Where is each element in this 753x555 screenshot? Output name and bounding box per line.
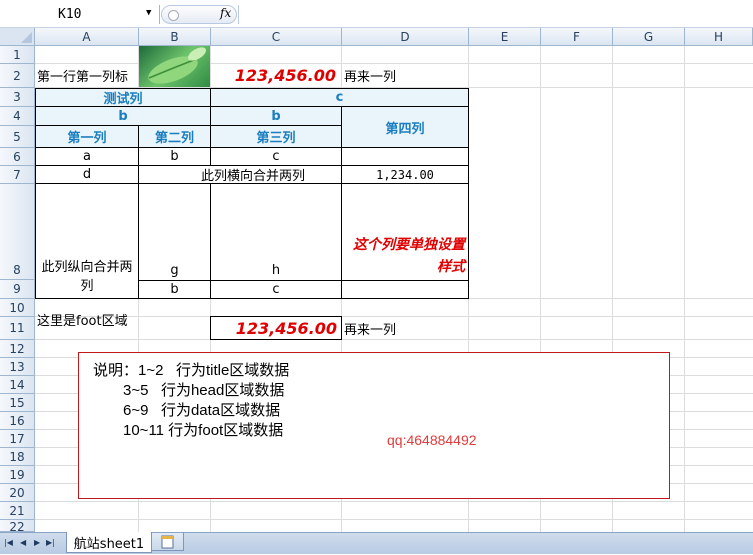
column-header-b[interactable]: B bbox=[139, 28, 211, 46]
cell-a4[interactable]: b bbox=[35, 106, 211, 126]
column-header-c[interactable]: C bbox=[211, 28, 342, 46]
row-header[interactable]: 20 bbox=[0, 484, 35, 502]
cell-a10[interactable]: 这里是foot区域 bbox=[37, 308, 138, 331]
cell-a7[interactable]: d bbox=[35, 165, 139, 184]
row-header[interactable]: 17 bbox=[0, 430, 35, 448]
cell-d11[interactable]: 再来一列 bbox=[344, 317, 468, 339]
cell-c5[interactable]: 第三列 bbox=[210, 125, 342, 148]
note-line: 3~5 行为head区域数据 bbox=[123, 382, 285, 399]
cell-reference: K10 bbox=[58, 7, 82, 22]
select-all-button[interactable] bbox=[0, 28, 35, 46]
cell-b5[interactable]: 第二列 bbox=[138, 125, 211, 148]
column-header-e[interactable]: E bbox=[469, 28, 541, 46]
cell-a3[interactable]: 测试列 bbox=[35, 88, 211, 107]
chevron-down-icon[interactable]: ▼ bbox=[146, 8, 151, 18]
cell-b7[interactable]: 此列横向合并两列 bbox=[138, 165, 342, 184]
row-header[interactable]: 15 bbox=[0, 394, 35, 412]
leaf-icon bbox=[148, 47, 207, 84]
gridline bbox=[35, 339, 753, 340]
row-header[interactable]: 18 bbox=[0, 448, 35, 466]
row-header[interactable]: 22 bbox=[0, 520, 35, 534]
row-header[interactable]: 9 bbox=[0, 280, 35, 299]
cell-d4[interactable]: 第四列 bbox=[341, 106, 469, 148]
cell-c2[interactable]: 123,456.00 bbox=[211, 64, 340, 87]
row-header[interactable]: 21 bbox=[0, 502, 35, 520]
gridline bbox=[35, 501, 753, 502]
cell-a5[interactable]: 第一列 bbox=[35, 125, 139, 148]
notes-textbox[interactable]: 说明：1~2 行为title区域数据 3~5 行为head区域数据 6~9 行为… bbox=[78, 352, 670, 499]
row-header[interactable]: 6 bbox=[0, 148, 35, 166]
cell-d7[interactable]: 1,234.00 bbox=[341, 165, 469, 184]
column-header-g[interactable]: G bbox=[613, 28, 685, 46]
row-header[interactable]: 8 bbox=[0, 184, 35, 280]
row-header[interactable]: 10 bbox=[0, 299, 35, 317]
name-box[interactable]: K10 ▼ bbox=[0, 5, 160, 24]
row-header[interactable]: 19 bbox=[0, 466, 35, 484]
row-header[interactable]: 16 bbox=[0, 412, 35, 430]
row-header[interactable]: 14 bbox=[0, 376, 35, 394]
first-sheet-icon[interactable]: |◀ bbox=[4, 538, 13, 547]
cell-b9[interactable]: b bbox=[138, 280, 211, 299]
insert-sheet-button[interactable] bbox=[150, 533, 184, 551]
cell-a6[interactable]: a bbox=[35, 147, 139, 166]
row-header[interactable]: 3 bbox=[0, 88, 35, 107]
formula-input[interactable] bbox=[238, 5, 753, 24]
insert-function-button[interactable]: fx bbox=[161, 5, 237, 24]
column-header-f[interactable]: F bbox=[541, 28, 613, 46]
cell-d6[interactable] bbox=[341, 147, 469, 166]
cell-a8[interactable]: 此列纵向合并两列 bbox=[35, 183, 139, 299]
cell-b6[interactable]: b bbox=[138, 147, 211, 166]
note-line: 10~11 行为foot区域数据 bbox=[123, 422, 284, 439]
note-line: 6~9 行为data区域数据 bbox=[123, 402, 281, 419]
row-header[interactable]: 13 bbox=[0, 358, 35, 376]
row-header[interactable]: 4 bbox=[0, 107, 35, 126]
qq-contact: qq:464884492 bbox=[387, 432, 477, 448]
cell-c6[interactable]: c bbox=[210, 147, 342, 166]
column-header-a[interactable]: A bbox=[35, 28, 139, 46]
next-sheet-icon[interactable]: ▶ bbox=[34, 538, 40, 547]
cell-b8[interactable]: g bbox=[138, 183, 211, 281]
row-header[interactable]: 12 bbox=[0, 340, 35, 358]
cell-c8[interactable]: h bbox=[210, 183, 342, 281]
row-header[interactable]: 2 bbox=[0, 64, 35, 88]
new-sheet-icon bbox=[161, 535, 174, 549]
prev-sheet-icon[interactable]: ◀ bbox=[20, 538, 26, 547]
gridline bbox=[684, 46, 685, 532]
row-header[interactable]: 11 bbox=[0, 317, 35, 340]
cell-d9[interactable] bbox=[341, 280, 469, 299]
row-header[interactable]: 7 bbox=[0, 166, 35, 184]
cell-c11[interactable]: 123,456.00 bbox=[210, 316, 342, 340]
function-icon: fx bbox=[220, 6, 232, 20]
last-sheet-icon[interactable]: ▶| bbox=[46, 538, 55, 547]
leaf-image[interactable] bbox=[139, 46, 210, 87]
cell-a2[interactable]: 第一行第一列标 bbox=[37, 64, 138, 87]
sheet-tab-active[interactable]: 航站sheet1 bbox=[66, 532, 152, 553]
row-header[interactable]: 1 bbox=[0, 46, 35, 64]
note-line: 说明：1~2 行为title区域数据 bbox=[93, 362, 290, 379]
gridline bbox=[35, 519, 753, 520]
column-header-h[interactable]: H bbox=[685, 28, 753, 46]
circle-icon bbox=[168, 10, 179, 21]
cell-d2[interactable]: 再来一列 bbox=[344, 64, 468, 87]
column-header-d[interactable]: D bbox=[342, 28, 469, 46]
cell-c3[interactable]: c bbox=[210, 88, 469, 107]
cell-c9[interactable]: c bbox=[210, 280, 342, 299]
cell-d8[interactable]: 这个列要单独设置样式 bbox=[341, 183, 469, 281]
cell-c4[interactable]: b bbox=[210, 106, 342, 126]
row-header[interactable]: 5 bbox=[0, 126, 35, 148]
